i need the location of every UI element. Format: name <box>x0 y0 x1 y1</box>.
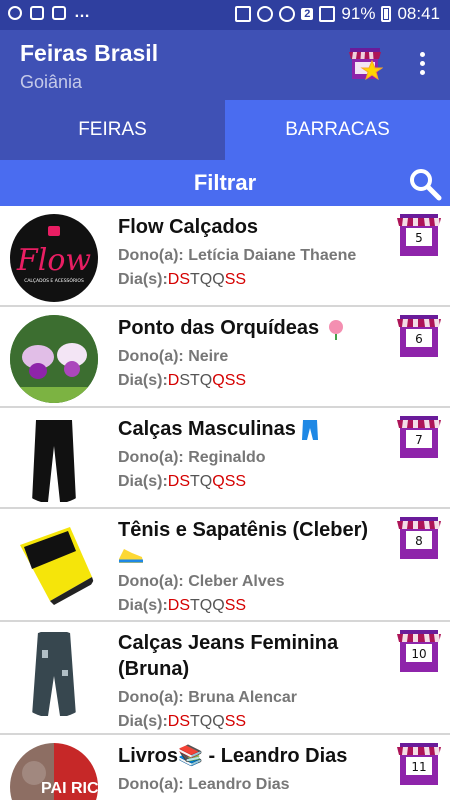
stall-name: Calças Masculinas <box>118 418 296 440</box>
list-item[interactable]: Ponto das Orquídeas Dono(a): Neire Dia(s… <box>0 307 450 408</box>
filter-bar[interactable]: Filtrar <box>0 160 450 206</box>
owner-name: Reginaldo <box>188 449 266 466</box>
avatar <box>10 517 98 605</box>
stall-number: 5 <box>415 231 423 245</box>
battery-percent: 91% <box>341 4 376 23</box>
wifi-icon <box>279 6 296 22</box>
tab-feiras[interactable]: FEIRAS <box>0 100 225 160</box>
stall-number: 8 <box>415 534 423 548</box>
clock: 08:41 <box>397 4 440 23</box>
stall-number: 7 <box>415 433 423 447</box>
days-row: Dia(s):DSTQQSS <box>118 271 247 288</box>
stall-name: Livros📚 - Leandro Dias <box>118 745 348 767</box>
stall-name: Ponto das Orquídeas <box>118 317 320 339</box>
more-notifications-icon: … <box>74 4 90 21</box>
stall-number-icon: 8 <box>396 517 442 559</box>
jeans-icon <box>302 419 319 440</box>
owner-name: Bruna Alencar <box>188 689 297 706</box>
avatar: PAI RICO <box>10 743 98 800</box>
app-bar: Feiras Brasil Goiânia <box>0 30 450 100</box>
tab-bar: FEIRAS BARRACAS <box>0 100 450 160</box>
stall-number: 6 <box>415 332 423 346</box>
news-icon <box>30 6 44 20</box>
owner-label: Dono(a): <box>118 348 184 365</box>
stall-name: Tênis e Sapatênis (Cleber) <box>118 519 369 541</box>
list-item[interactable]: PAI RICO Livros📚 - Leandro Dias Dono(a):… <box>0 735 450 800</box>
owner-label: Dono(a): <box>118 247 184 264</box>
sneakers-icon <box>119 549 143 563</box>
avatar <box>10 315 98 403</box>
whatsapp-icon <box>8 6 22 20</box>
status-bar: … 2 91% 08:41 <box>0 0 450 30</box>
flow-logo-subtext: CALÇADOS E ACESSÓRIOS <box>24 277 84 284</box>
mute-icon <box>235 6 252 22</box>
days-row: Dia(s):DSTQQSS <box>118 372 247 389</box>
days-row: Dia(s):DSTQQSS <box>118 473 247 490</box>
city-subtitle: Goiânia <box>20 72 83 92</box>
stall-number-icon: 11 <box>396 743 442 785</box>
list-item[interactable]: Flow CALÇADOS E ACESSÓRIOS Flow Calçados… <box>0 206 450 307</box>
rose-icon <box>328 319 343 340</box>
avatar: Flow CALÇADOS E ACESSÓRIOS <box>10 214 98 302</box>
mail-icon <box>52 6 66 20</box>
owner-label: Dono(a): <box>118 776 184 793</box>
owner-name: Neire <box>188 348 229 365</box>
stall-number-icon: 5 <box>396 214 442 256</box>
owner-name: Cleber Alves <box>188 573 285 590</box>
tab-barracas[interactable]: BARRACAS <box>225 100 450 160</box>
overflow-menu-icon[interactable] <box>412 50 432 80</box>
owner-label: Dono(a): <box>118 689 184 706</box>
stall-name: Flow Calçados <box>118 216 259 238</box>
stall-number: 11 <box>411 760 427 774</box>
system-icons: 2 91% 08:41 <box>235 4 440 24</box>
stall-number: 10 <box>411 647 427 661</box>
days-row: Dia(s):DSTQQSS <box>118 713 247 730</box>
book-cover-text: PAI RICO <box>41 780 98 797</box>
stall-name: Calças Jeans Feminina (Bruna) <box>118 632 339 680</box>
days-row: Dia(s):DSTQQSS <box>118 597 247 614</box>
list-item[interactable]: Calças Masculinas Dono(a): Reginaldo Dia… <box>0 408 450 509</box>
stall-number-icon: 10 <box>396 630 442 672</box>
search-icon[interactable] <box>408 167 442 201</box>
owner-name: Leandro Dias <box>188 776 290 793</box>
favorite-stalls-icon[interactable] <box>347 46 383 82</box>
list-item[interactable]: Calças Jeans Feminina (Bruna) Dono(a): B… <box>0 622 450 735</box>
signal-icon <box>319 6 336 22</box>
avatar <box>10 630 98 718</box>
filter-label[interactable]: Filtrar <box>0 160 450 206</box>
owner-name: Letícia Daiane Thaene <box>188 247 357 264</box>
battery-icon <box>381 6 392 22</box>
stall-list: Flow CALÇADOS E ACESSÓRIOS Flow Calçados… <box>0 206 450 800</box>
sim-indicator: 2 <box>301 8 314 20</box>
stall-number-icon: 6 <box>396 315 442 357</box>
app-title: Feiras Brasil <box>20 40 159 66</box>
stall-number-icon: 7 <box>396 416 442 458</box>
notification-icons: … <box>8 4 90 21</box>
owner-label: Dono(a): <box>118 449 184 466</box>
alarm-icon <box>257 6 274 22</box>
flow-logo-text: Flow <box>16 243 91 278</box>
avatar <box>10 416 98 504</box>
owner-label: Dono(a): <box>118 573 184 590</box>
list-item[interactable]: Tênis e Sapatênis (Cleber) Dono(a): Cleb… <box>0 509 450 622</box>
